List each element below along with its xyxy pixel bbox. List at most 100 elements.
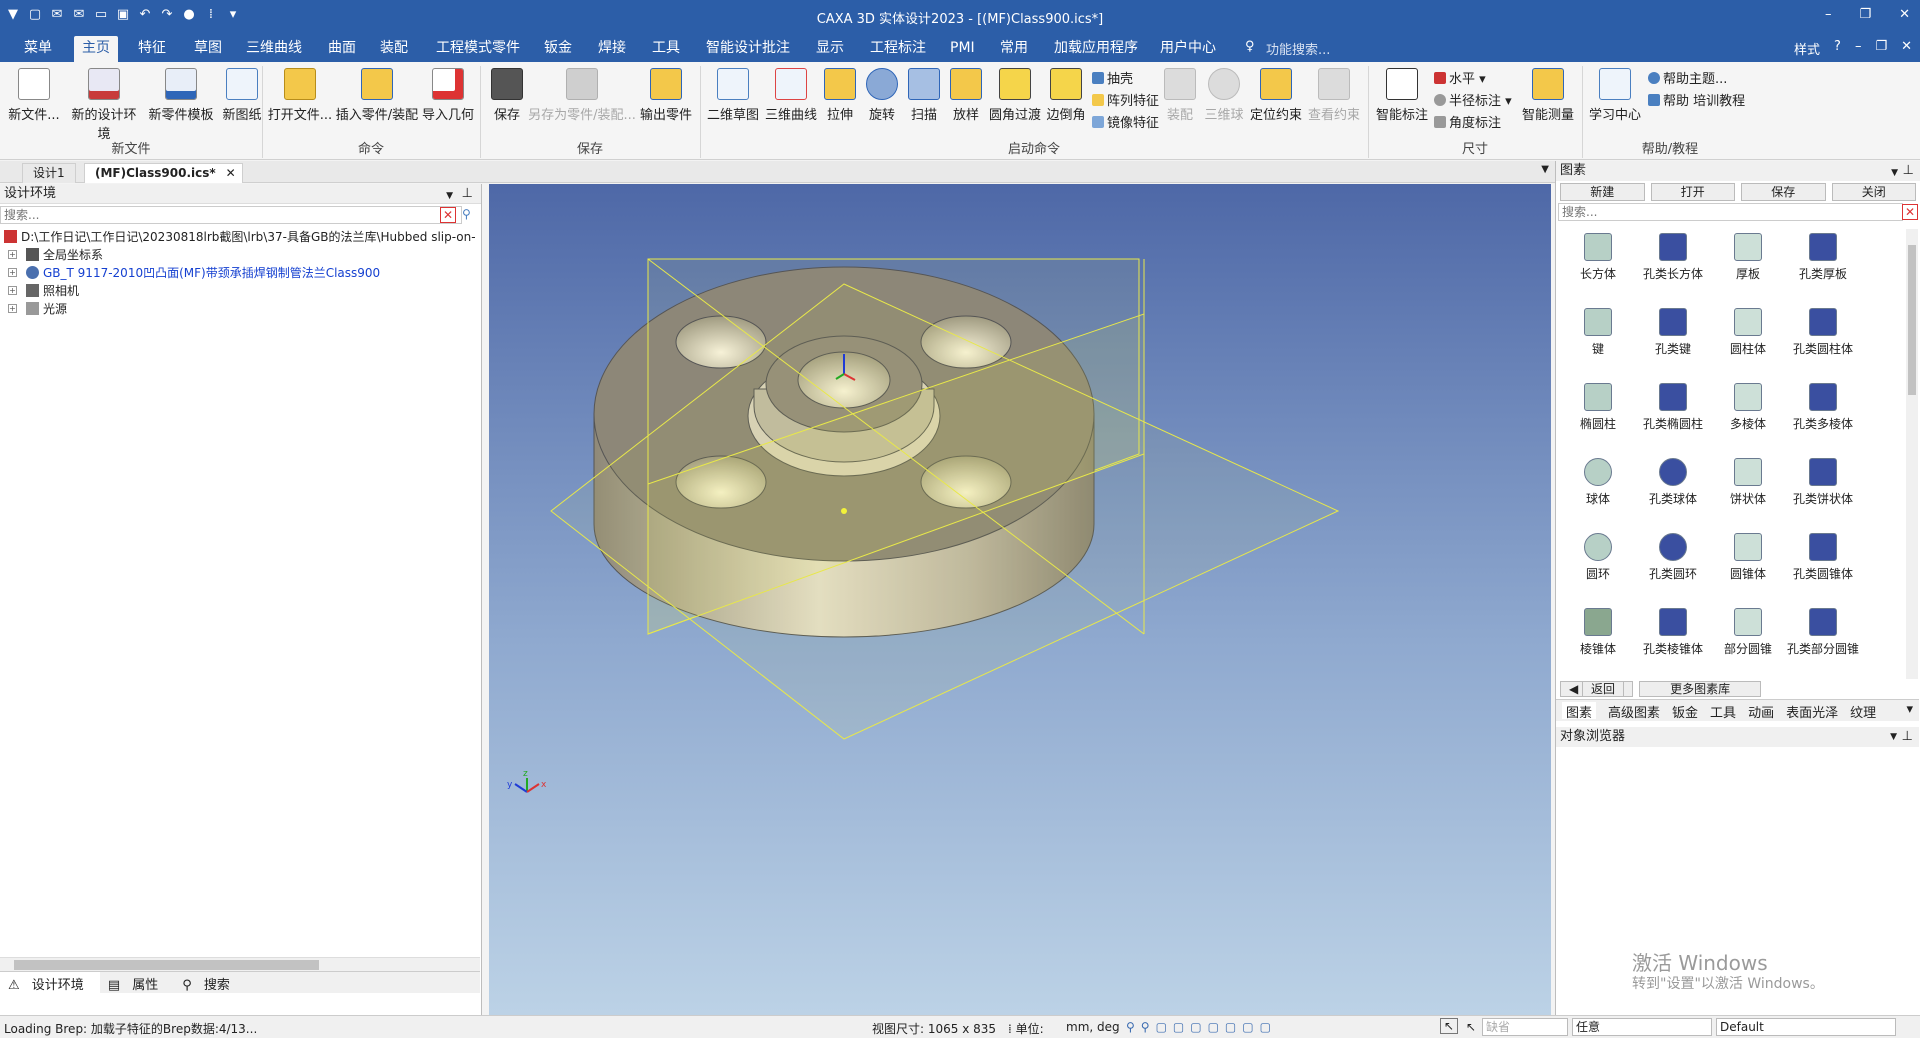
menu-tab[interactable]: 用户中心	[1152, 36, 1224, 62]
menu-tab[interactable]: 常用	[992, 36, 1036, 62]
tree-item-camera[interactable]: + 照相机	[0, 282, 481, 300]
close-icon[interactable]: ✕	[1899, 7, 1910, 22]
tab-search[interactable]: ⚲ 搜索	[174, 972, 246, 993]
element-pyramid-hole[interactable]: 孔类棱锥体	[1635, 608, 1711, 657]
element-pyramid[interactable]: 棱锥体	[1560, 608, 1636, 657]
element-cone-hole[interactable]: 孔类圆锥体	[1785, 533, 1861, 582]
library-tab[interactable]: 高级图素	[1608, 702, 1660, 721]
clear-search-icon[interactable]: ✕	[1902, 204, 1918, 220]
assembly-button[interactable]: 装配	[1160, 68, 1200, 123]
style-menu[interactable]: 样式	[1794, 39, 1820, 58]
library-tab[interactable]: 纹理	[1850, 702, 1876, 721]
menu-tab[interactable]: 工程模式零件	[428, 36, 528, 62]
library-tab[interactable]: 工具	[1710, 702, 1736, 721]
sphere3d-button[interactable]: 三维球	[1202, 68, 1246, 123]
element-key-hole[interactable]: 孔类键	[1635, 308, 1711, 357]
scroll-thumb[interactable]	[1908, 245, 1916, 395]
element-sphere[interactable]: 球体	[1560, 458, 1636, 507]
tab-properties[interactable]: ▤ 属性	[100, 972, 174, 993]
view-constraint-button[interactable]: 查看约束	[1306, 68, 1362, 123]
expand-icon[interactable]: +	[8, 268, 17, 277]
learning-center-button[interactable]: 学习中心	[1586, 68, 1644, 123]
element-box[interactable]: 长方体	[1560, 233, 1636, 282]
element-partial-cone[interactable]: 部分圆锥	[1710, 608, 1786, 657]
menu-tab[interactable]: 装配	[372, 36, 416, 62]
expand-icon[interactable]: +	[8, 286, 17, 295]
menu-tab[interactable]: 主页	[74, 36, 118, 62]
menu-tab[interactable]: 三维曲线	[238, 36, 310, 62]
panel-menu-icon[interactable]: ▼	[1891, 163, 1898, 183]
filter-any-select[interactable]: 任意	[1572, 1018, 1712, 1036]
clear-search-icon[interactable]: ✕	[440, 207, 456, 223]
new-design-env-button[interactable]: 新的设计环境	[66, 68, 142, 142]
shell-button[interactable]: 抽壳	[1092, 68, 1133, 87]
menu-tab[interactable]: 加载应用程序	[1046, 36, 1146, 62]
pin-icon[interactable]: ⊥	[1902, 727, 1913, 747]
smart-measure-button[interactable]: 智能测量	[1518, 68, 1578, 123]
export-part-button[interactable]: 输出零件	[636, 68, 696, 123]
save-button[interactable]: 保存	[486, 68, 528, 123]
training-button[interactable]: 帮助 培训教程	[1648, 90, 1745, 109]
vertical-scrollbar[interactable]	[1906, 229, 1918, 679]
menu-tab[interactable]: 焊接	[590, 36, 634, 62]
panel-menu-icon[interactable]: ▼	[1890, 727, 1897, 747]
loft-button[interactable]: 放样	[946, 68, 986, 123]
select-cursor-icon[interactable]: ↖	[1440, 1018, 1458, 1034]
library-tab[interactable]: 动画	[1748, 702, 1774, 721]
tab-class900[interactable]: (MF)Class900.ics* ✕	[84, 163, 243, 183]
more-libraries-button[interactable]: 更多图素库	[1639, 681, 1762, 697]
menu-tab[interactable]: 菜单	[16, 36, 60, 62]
element-slab-hole[interactable]: 孔类厚板	[1785, 233, 1861, 282]
element-cylinder[interactable]: 圆柱体	[1710, 308, 1786, 357]
back-button[interactable]: ◀ 返回	[1560, 681, 1634, 697]
sweep-button[interactable]: 扫描	[904, 68, 944, 123]
filter-default-select[interactable]: 缺省	[1482, 1018, 1568, 1036]
element-key[interactable]: 键	[1560, 308, 1636, 357]
new-library-button[interactable]: 新建	[1560, 183, 1645, 201]
element-pie-hole[interactable]: 孔类饼状体	[1785, 458, 1861, 507]
expand-icon[interactable]: +	[8, 304, 17, 313]
search-options-icon[interactable]: ⚲	[462, 207, 471, 221]
open-library-button[interactable]: 打开	[1650, 183, 1735, 201]
menu-tab[interactable]: 草图	[186, 36, 230, 62]
insert-part-button[interactable]: 插入零件/装配	[334, 68, 420, 123]
angle-dim-button[interactable]: 角度标注	[1434, 112, 1501, 131]
pin-icon[interactable]: ⊥	[462, 184, 473, 204]
element-sphere-hole[interactable]: 孔类球体	[1635, 458, 1711, 507]
element-slab[interactable]: 厚板	[1710, 233, 1786, 282]
tab-design1[interactable]: 设计1	[22, 163, 76, 183]
new-file-button[interactable]: 新文件...	[4, 68, 64, 123]
elements-search-input[interactable]	[1558, 203, 1903, 221]
view-tools[interactable]: ⚲⚲▢▢▢▢▢▢▢	[1126, 1020, 1277, 1034]
tab-list-icon[interactable]: ▼	[1541, 164, 1549, 175]
pick-cursor-icon[interactable]: ↖	[1466, 1020, 1476, 1034]
element-polygon-hole[interactable]: 孔类多棱体	[1785, 383, 1861, 432]
menu-tab[interactable]: PMI	[942, 36, 983, 62]
horizontal-dim-button[interactable]: 水平 ▾	[1434, 68, 1486, 87]
menu-tab[interactable]: 显示	[808, 36, 852, 62]
element-cylinder-hole[interactable]: 孔类圆柱体	[1785, 308, 1861, 357]
element-torus-hole[interactable]: 孔类圆环	[1635, 533, 1711, 582]
position-constraint-button[interactable]: 定位约束	[1246, 68, 1306, 123]
element-ellipse-cylinder[interactable]: 椭圆柱	[1560, 383, 1636, 432]
open-file-button[interactable]: 打开文件...	[266, 68, 334, 123]
tab-design-env[interactable]: ⚠ 设计环境	[0, 972, 100, 993]
mirror-button[interactable]: 镜像特征	[1092, 112, 1159, 131]
fillet-button[interactable]: 圆角过渡	[986, 68, 1044, 123]
sketch-2d-button[interactable]: 二维草图	[704, 68, 762, 123]
doc-restore-icon[interactable]: ❐	[1875, 39, 1887, 58]
new-part-template-button[interactable]: 新零件模板	[146, 68, 216, 123]
expand-icon[interactable]: +	[8, 250, 17, 259]
help-topics-button[interactable]: 帮助主题...	[1648, 68, 1727, 87]
element-box-hole[interactable]: 孔类长方体	[1635, 233, 1711, 282]
curve-3d-button[interactable]: 三维曲线	[762, 68, 820, 123]
panel-menu-icon[interactable]: ▼	[446, 186, 453, 206]
tree-search-input[interactable]	[0, 206, 462, 224]
menu-tab[interactable]: 曲面	[320, 36, 364, 62]
pin-icon[interactable]: ⊥	[1903, 161, 1914, 181]
scroll-thumb[interactable]	[14, 960, 319, 970]
element-partial-cone-hole[interactable]: 孔类部分圆锥	[1785, 608, 1861, 657]
tree-item-light[interactable]: + 光源	[0, 300, 481, 318]
radius-dim-button[interactable]: 半径标注 ▾	[1434, 90, 1512, 109]
element-torus[interactable]: 圆环	[1560, 533, 1636, 582]
